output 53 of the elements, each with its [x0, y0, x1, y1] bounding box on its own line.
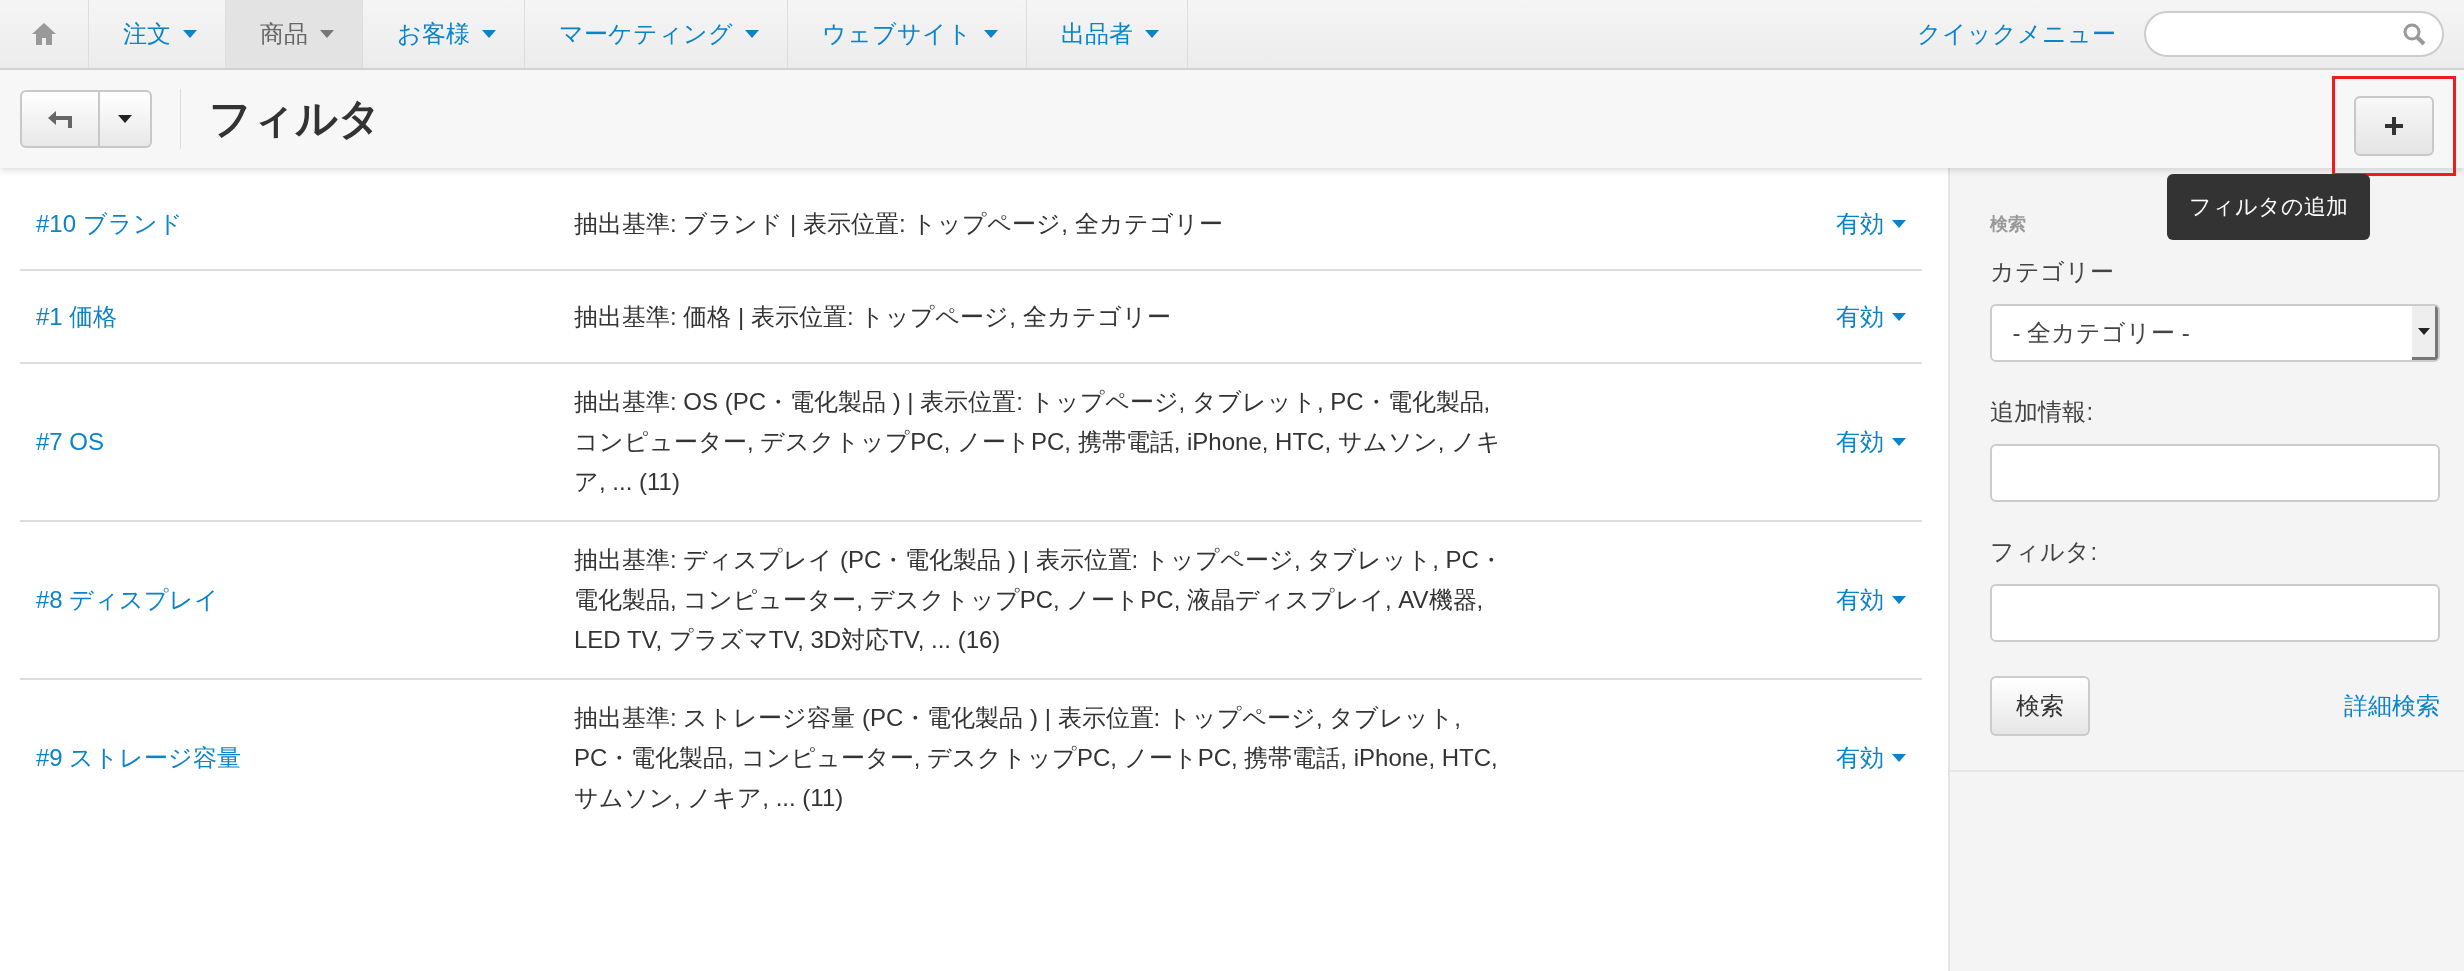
nav-menu-item[interactable]: マーケティング — [525, 0, 788, 68]
filter-name-link[interactable]: #9 ストレージ容量 — [36, 742, 574, 774]
filter-description: 抽出基準: ディスプレイ (PC・電化製品 ) | 表示位置: トップページ, タブレット, PC・電化製品, コンピューター, デスクトップPC, ノートPC, 液晶ディスプレイ, AV機器, LED TV, プラズマTV, 3D対応TV, ... (16) — [574, 545, 1504, 655]
field-label: 追加情報: — [1990, 397, 2095, 427]
add-button[interactable] — [2354, 96, 2434, 156]
filter-name-link[interactable]: #7 OS — [36, 428, 574, 456]
input-field[interactable] — [1990, 444, 2440, 502]
caret-icon — [2417, 328, 2430, 335]
advanced-search-link[interactable]: 詳細検索 — [2344, 690, 2440, 722]
page-title: フィルタ — [209, 94, 381, 144]
quick-menu-link[interactable]: クイックメニュー — [1917, 18, 2116, 50]
caret-icon — [118, 115, 132, 123]
caret-icon — [1892, 438, 1907, 446]
search-button[interactable]: 検索 — [1990, 676, 2091, 736]
back-arrow-icon — [46, 109, 74, 129]
sidebar-heading: 検索 — [1990, 213, 2028, 236]
nav-menu-item[interactable]: 出品者 — [1027, 0, 1188, 68]
status-dropdown[interactable]: 有効 — [1836, 207, 1907, 240]
caret-icon — [183, 30, 197, 38]
filter-description: 抽出基準: OS (PC・電化製品 ) | 表示位置: トップページ, タブレット, PC・電化製品, コンピューター, デスクトップPC, ノートPC, 携帯電話, iPhone, HTC, サムソン, ノキア, ... (11) — [574, 387, 1503, 497]
field-label: カテゴリー — [1990, 257, 2116, 287]
caret-icon — [1892, 754, 1907, 762]
field-label: フィルタ: — [1990, 537, 2099, 567]
caret-icon — [1892, 312, 1907, 321]
nav-menu-item[interactable]: ウェブサイト — [788, 0, 1027, 68]
status-dropdown[interactable]: 有効 — [1836, 300, 1907, 333]
back-button[interactable] — [20, 90, 100, 148]
search-icon — [2402, 22, 2426, 46]
filter-description: 抽出基準: ブランド | 表示位置: トップページ, 全カテゴリー — [574, 208, 1224, 239]
filter-description: 抽出基準: ストレージ容量 (PC・電化製品 ) | 表示位置: トップページ, タブレット, PC・電化製品, コンピューター, デスクトップPC, ノートPC, 携帯電話, iPhone, HTC, サムソン, ノキア, ... (11) — [574, 703, 1499, 813]
filter-name-link[interactable]: #8 ディスプレイ — [36, 584, 574, 616]
input-field[interactable] — [1990, 584, 2440, 642]
search-field[interactable] — [2144, 11, 2444, 57]
caret-icon — [745, 30, 759, 38]
home-icon — [31, 22, 57, 46]
status-dropdown[interactable]: 有効 — [1836, 742, 1907, 774]
caret-icon — [1892, 596, 1907, 604]
category-select[interactable]: - 全カテゴリー - — [1990, 304, 2440, 362]
tooltip: フィルタの追加 — [2167, 174, 2370, 240]
filter-name-link[interactable]: #1 価格 — [36, 300, 574, 333]
status-dropdown[interactable]: 有効 — [1836, 584, 1907, 616]
caret-icon — [482, 30, 496, 38]
status-dropdown[interactable]: 有効 — [1836, 426, 1907, 458]
filter-description: 抽出基準: 価格 | 表示位置: トップページ, 全カテゴリー — [574, 301, 1172, 332]
caret-icon — [1145, 30, 1159, 38]
caret-icon — [1892, 219, 1907, 228]
filter-name-link[interactable]: #10 ブランド — [36, 207, 574, 240]
plus-icon — [2384, 116, 2404, 136]
caret-icon — [984, 30, 998, 38]
caret-icon — [320, 30, 334, 38]
dropdown-button[interactable] — [100, 90, 152, 148]
nav-menu-item[interactable]: 商品 — [226, 0, 363, 68]
nav-menu-item[interactable]: お客様 — [363, 0, 525, 68]
